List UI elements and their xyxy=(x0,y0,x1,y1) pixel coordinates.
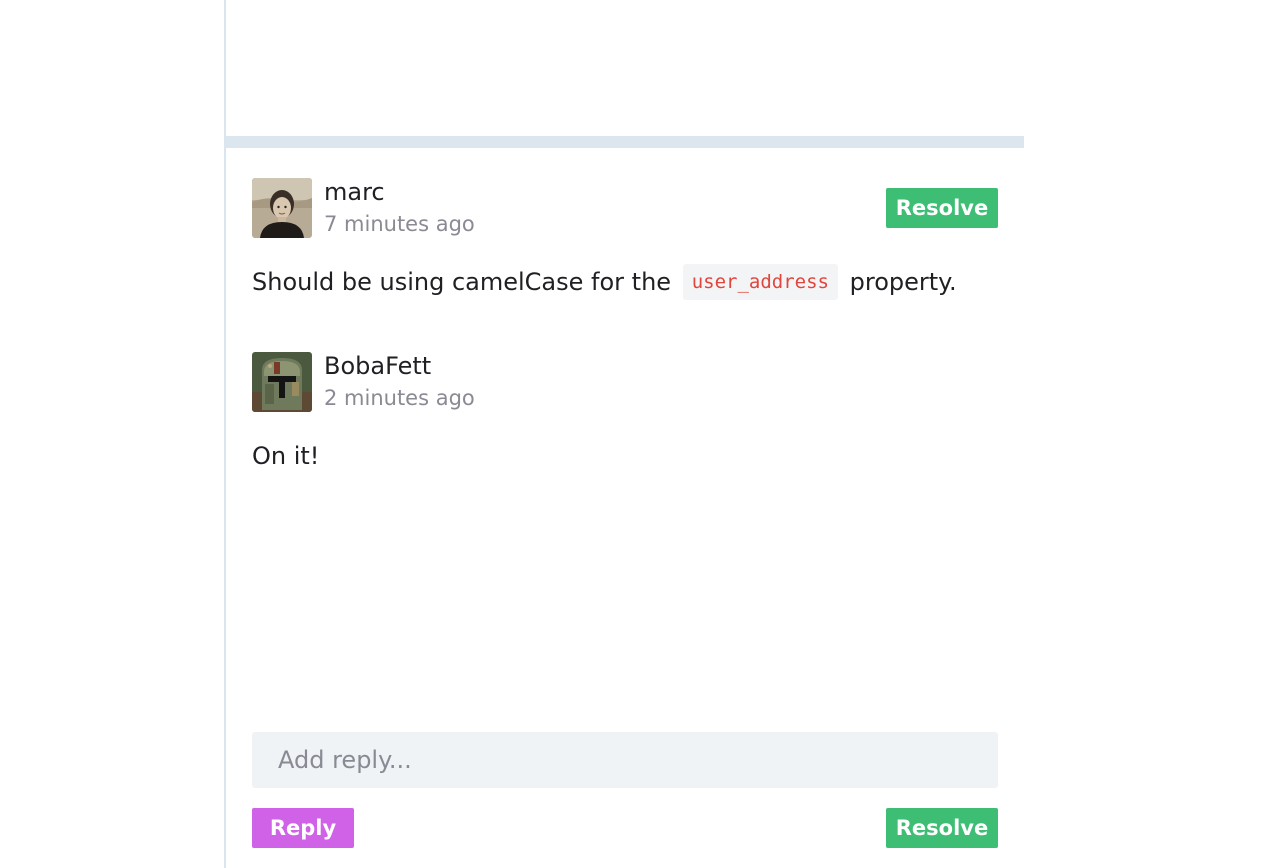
comment: marc 7 minutes ago Resolve Should be usi… xyxy=(252,178,998,300)
resolve-button[interactable]: Resolve xyxy=(886,188,998,228)
comment-header: BobaFett 2 minutes ago xyxy=(252,352,998,412)
thread-top-divider xyxy=(226,136,1024,148)
avatar[interactable] xyxy=(252,178,312,238)
avatar-bobafett-helmet xyxy=(252,352,312,412)
comment: BobaFett 2 minutes ago On it! xyxy=(252,352,998,470)
page: marc 7 minutes ago Resolve Should be usi… xyxy=(0,0,1270,868)
comment-body: On it! xyxy=(252,442,320,470)
comment-body: Should be using camelCase for the user_a… xyxy=(252,264,998,300)
reply-input[interactable] xyxy=(252,732,998,788)
avatar-marc-photo xyxy=(252,178,312,238)
avatar[interactable] xyxy=(252,352,312,412)
resolve-thread-button[interactable]: Resolve xyxy=(886,808,998,848)
reply-button[interactable]: Reply xyxy=(252,808,354,848)
author-name[interactable]: marc xyxy=(324,178,385,206)
comment-header: marc 7 minutes ago Resolve xyxy=(252,178,998,238)
comment-text: Should be using camelCase for the xyxy=(252,268,672,296)
comment-timestamp: 7 minutes ago xyxy=(324,212,475,236)
inline-code: user_address xyxy=(682,264,838,300)
comment-text: property. xyxy=(849,268,957,296)
author-name[interactable]: BobaFett xyxy=(324,352,431,380)
comment-timestamp: 2 minutes ago xyxy=(324,386,475,410)
comment-thread: marc 7 minutes ago Resolve Should be usi… xyxy=(226,136,1024,868)
